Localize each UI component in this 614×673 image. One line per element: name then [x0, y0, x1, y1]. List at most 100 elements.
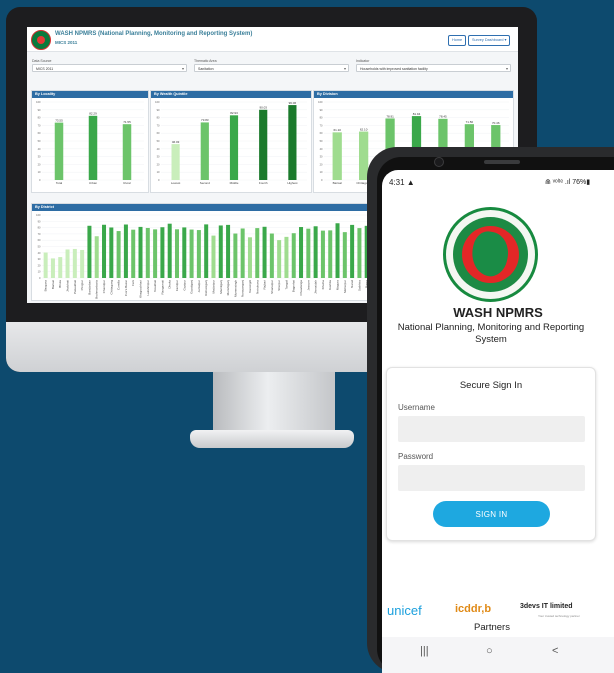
bar[interactable] [332, 132, 342, 180]
x-category-label: Narsingdi [248, 280, 252, 293]
x-category-label: Munshiganj [226, 280, 230, 296]
y-tick-label: 20 [38, 162, 41, 166]
bar[interactable] [218, 225, 223, 278]
x-category-label: Jamalpur [197, 280, 201, 292]
bar[interactable] [211, 235, 216, 278]
bar[interactable] [342, 232, 347, 278]
bar[interactable] [58, 257, 63, 278]
x-category-label: Barisal [51, 280, 55, 290]
signin-button[interactable]: SIGN IN [433, 501, 550, 527]
bar[interactable] [284, 236, 289, 278]
bar[interactable] [320, 230, 325, 278]
bar[interactable] [233, 233, 238, 278]
bar[interactable] [54, 122, 64, 180]
bar[interactable] [291, 233, 296, 278]
bar[interactable] [109, 227, 114, 278]
x-category-label: Bandarban [87, 280, 91, 295]
password-label: Password [398, 452, 434, 461]
bar[interactable] [43, 252, 48, 278]
bar[interactable] [171, 144, 180, 180]
x-category-label: Khulna [321, 280, 325, 290]
bar[interactable] [328, 230, 333, 278]
password-field[interactable] [398, 465, 585, 491]
unicef-logo: unicef [387, 603, 422, 618]
bar[interactable] [306, 228, 311, 278]
bar[interactable] [153, 229, 158, 278]
bar[interactable] [229, 115, 239, 180]
bar[interactable] [145, 227, 150, 278]
bar[interactable] [122, 124, 132, 180]
x-category-label: Rural [123, 181, 131, 185]
x-category-label: Narail [350, 280, 354, 288]
bar[interactable] [288, 105, 297, 180]
bar[interactable] [182, 227, 187, 278]
x-category-label: Manikganj [219, 280, 223, 294]
home-button[interactable]: Home [448, 35, 467, 46]
bar[interactable] [131, 229, 136, 278]
bar[interactable] [277, 240, 282, 278]
y-tick-label: 20 [38, 263, 41, 267]
bar[interactable] [88, 115, 98, 180]
bar[interactable] [255, 228, 260, 278]
bar[interactable] [240, 228, 245, 278]
bar[interactable] [357, 228, 362, 278]
bar[interactable] [313, 226, 318, 278]
x-category-label: Second [200, 181, 211, 185]
bar-value-label: 62.10 [360, 127, 368, 131]
y-tick-label: 20 [157, 162, 160, 166]
y-tick-label: 30 [320, 155, 323, 159]
bar[interactable] [138, 226, 143, 278]
signin-card-title: Secure Sign In [459, 380, 523, 391]
thematic-area-select[interactable]: Sanitation [194, 64, 349, 73]
y-tick-label: 0 [158, 178, 160, 182]
indicator-select[interactable]: Households with improved sanitation faci… [356, 64, 511, 73]
back-icon[interactable]: < [552, 645, 558, 657]
bar[interactable] [259, 109, 268, 180]
home-icon[interactable]: ○ [486, 645, 493, 657]
bar[interactable] [87, 225, 92, 278]
y-tick-label: 10 [38, 270, 41, 274]
x-category-label: Urban [89, 181, 98, 185]
bar[interactable] [50, 258, 55, 278]
monitor-stand [213, 372, 335, 432]
monitor-stand-base [190, 430, 354, 448]
wealth-panel-title: By Wealth Quintile [151, 91, 311, 98]
bar[interactable] [160, 227, 165, 278]
x-category-label: Meherpur [343, 280, 347, 293]
bar[interactable] [350, 224, 355, 278]
bar[interactable] [247, 237, 252, 278]
bar[interactable] [200, 122, 209, 180]
bar-value-label: 96.06 [289, 101, 297, 105]
y-tick-label: 70 [157, 123, 160, 127]
bar[interactable] [94, 236, 99, 278]
bar[interactable] [123, 224, 128, 278]
survey-dashboard-button[interactable]: Survey Dashboard ▾ [468, 35, 511, 46]
bar[interactable] [65, 249, 70, 278]
bar[interactable] [269, 233, 274, 278]
y-tick-label: 50 [38, 245, 41, 249]
username-field[interactable] [398, 416, 585, 442]
bar[interactable] [167, 223, 172, 278]
bar[interactable] [174, 229, 179, 278]
bar[interactable] [189, 229, 194, 278]
bar[interactable] [299, 227, 304, 278]
partners-label: Partners [474, 622, 510, 633]
status-icons: ⋒ ᵛᵒˡᵗᵉ .ıl 76%▮ [545, 179, 591, 186]
data-source-select[interactable]: MICS 2011 [32, 64, 187, 73]
app-title: WASH NPMRS [453, 305, 543, 320]
bar[interactable] [116, 231, 121, 278]
bar[interactable] [72, 248, 77, 278]
status-time: 4:31 ▲ [389, 178, 415, 187]
3devs-tagline: Your trusted technology partner [538, 614, 580, 618]
wealth-chart: 0 10 20 30 40 50 60 70 80 90 100 46.03 Lowest 73.83 Se… [155, 100, 307, 185]
bar[interactable] [196, 230, 201, 278]
x-category-label: Madaripur [211, 280, 215, 294]
bar[interactable] [204, 224, 209, 278]
y-tick-label: 50 [38, 139, 41, 143]
bar[interactable] [335, 223, 340, 278]
bar[interactable] [262, 226, 267, 278]
bar[interactable] [226, 224, 231, 278]
bar[interactable] [80, 249, 85, 278]
bar[interactable] [102, 224, 107, 278]
recent-apps-icon[interactable]: ||| [420, 645, 429, 657]
